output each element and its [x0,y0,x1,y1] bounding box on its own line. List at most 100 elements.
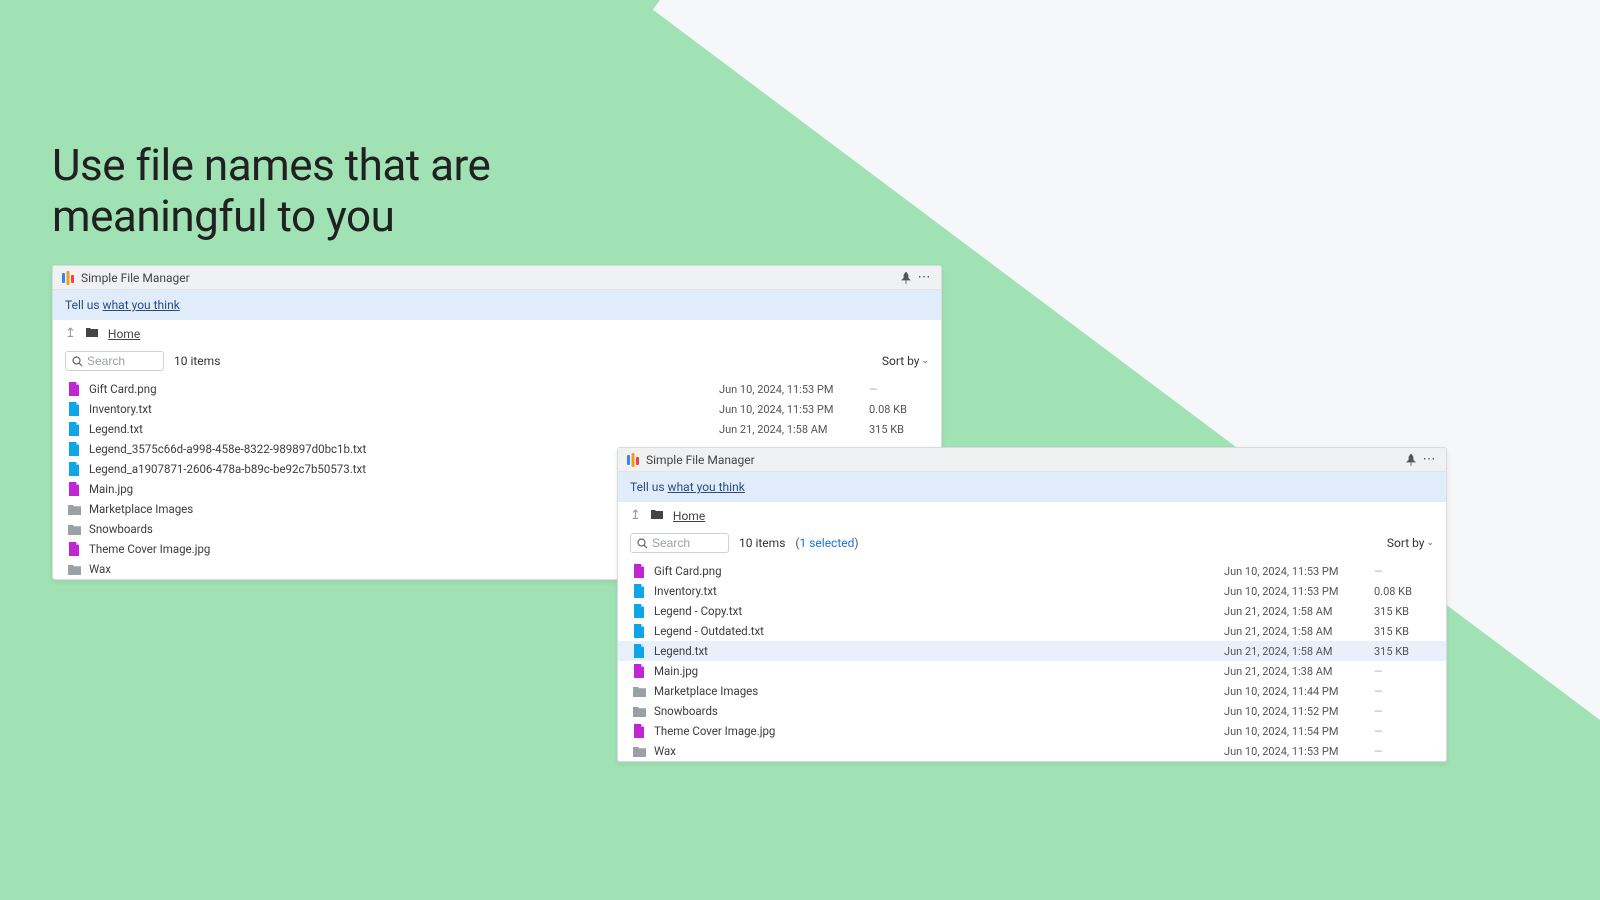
file-name: Main.jpg [654,664,1224,678]
folder-icon [68,524,81,535]
text-file-icon [633,604,645,618]
file-date: Jun 10, 2024, 11:53 PM [1224,745,1374,758]
folder-icon [86,327,98,340]
file-date: Jun 10, 2024, 11:54 PM [1224,725,1374,738]
file-date: Jun 21, 2024, 1:58 AM [1224,625,1374,638]
file-list: Gift Card.pngJun 10, 2024, 11:53 PM—Inve… [618,561,1446,761]
file-row[interactable]: Main.jpgJun 21, 2024, 1:38 AM— [618,661,1446,681]
file-date: Jun 10, 2024, 11:44 PM [1224,685,1374,698]
folder-icon [633,706,646,717]
file-name: Gift Card.png [654,564,1224,578]
file-size: 315 KB [1374,625,1434,638]
pin-icon[interactable] [897,269,915,287]
text-file-icon [633,584,645,598]
file-date: Jun 10, 2024, 11:52 PM [1224,705,1374,718]
file-name: Snowboards [654,704,1224,718]
more-icon[interactable]: ⋯ [1420,451,1438,469]
file-name: Gift Card.png [89,382,719,396]
text-file-icon [68,442,80,456]
file-size: 315 KB [1374,605,1434,618]
file-size: — [1374,745,1434,758]
search-input-wrap[interactable] [630,533,729,553]
file-date: Jun 21, 2024, 1:58 AM [1224,645,1374,658]
titlebar: Simple File Manager ⋯ [618,448,1446,472]
file-row[interactable]: Marketplace ImagesJun 10, 2024, 11:44 PM… [618,681,1446,701]
file-date: Jun 21, 2024, 1:58 AM [719,423,869,436]
selection-count[interactable]: (1 selected) [795,536,858,550]
file-row[interactable]: WaxJun 10, 2024, 11:53 PM— [618,741,1446,761]
file-name: Legend.txt [89,422,719,436]
page-heading: Use file names that are meaningful to yo… [52,140,490,241]
file-manager-window-after: Simple File Manager ⋯ Tell us what you t… [617,447,1447,762]
text-file-icon [68,422,80,436]
image-file-icon [633,724,645,738]
file-size: 0.08 KB [869,403,929,416]
toolbar: 10 items Sort by ⌄ [53,347,941,379]
up-arrow-icon[interactable]: ↥ [65,326,76,341]
sort-by-button[interactable]: Sort by ⌄ [882,354,929,368]
image-file-icon [633,664,645,678]
file-size: — [1374,725,1434,738]
folder-icon [651,509,663,522]
breadcrumb-home[interactable]: Home [108,327,140,341]
file-size: — [1374,665,1434,678]
chevron-down-icon: ⌄ [1426,538,1434,548]
feedback-banner[interactable]: Tell us what you think [53,290,941,320]
image-file-icon [68,382,80,396]
file-row[interactable]: Gift Card.pngJun 10, 2024, 11:53 PM— [618,561,1446,581]
folder-icon [633,686,646,697]
breadcrumb: ↥ Home [618,502,1446,529]
sort-by-button[interactable]: Sort by ⌄ [1387,536,1434,550]
file-size: 315 KB [869,423,929,436]
search-icon [72,356,83,367]
file-row[interactable]: Inventory.txtJun 10, 2024, 11:53 PM0.08 … [618,581,1446,601]
file-name: Legend - Copy.txt [654,604,1224,618]
file-name: Marketplace Images [654,684,1224,698]
search-icon [637,538,648,549]
file-row[interactable]: Legend.txtJun 21, 2024, 1:58 AM315 KB [53,419,941,439]
chevron-down-icon: ⌄ [921,356,929,366]
search-input[interactable] [652,536,722,550]
more-icon[interactable]: ⋯ [915,269,933,287]
file-name: Wax [654,744,1224,758]
up-arrow-icon[interactable]: ↥ [630,508,641,523]
text-file-icon [633,624,645,638]
text-file-icon [68,402,80,416]
item-count: 10 items [739,536,785,550]
folder-icon [68,504,81,515]
breadcrumb: ↥ Home [53,320,941,347]
file-row[interactable]: SnowboardsJun 10, 2024, 11:52 PM— [618,701,1446,721]
file-date: Jun 10, 2024, 11:53 PM [719,403,869,416]
feedback-banner[interactable]: Tell us what you think [618,472,1446,502]
file-row[interactable]: Legend.txtJun 21, 2024, 1:58 AM315 KB [618,641,1446,661]
file-row[interactable]: Theme Cover Image.jpgJun 10, 2024, 11:54… [618,721,1446,741]
image-file-icon [68,482,80,496]
file-size: — [1374,565,1434,578]
search-input-wrap[interactable] [65,351,164,371]
text-file-icon [633,644,645,658]
window-title: Simple File Manager [646,453,755,467]
file-size: — [1374,705,1434,718]
file-name: Theme Cover Image.jpg [654,724,1224,738]
toolbar: 10 items (1 selected) Sort by ⌄ [618,529,1446,561]
file-name: Inventory.txt [89,402,719,416]
pin-icon[interactable] [1402,451,1420,469]
file-date: Jun 21, 2024, 1:58 AM [1224,605,1374,618]
folder-icon [633,746,646,757]
file-row[interactable]: Gift Card.pngJun 10, 2024, 11:53 PM— [53,379,941,399]
file-row[interactable]: Legend - Copy.txtJun 21, 2024, 1:58 AM31… [618,601,1446,621]
image-file-icon [633,564,645,578]
search-input[interactable] [87,354,157,368]
file-name: Legend - Outdated.txt [654,624,1224,638]
file-name: Legend.txt [654,644,1224,658]
app-logo-icon [61,271,75,285]
file-size: 0.08 KB [1374,585,1434,598]
breadcrumb-home[interactable]: Home [673,509,705,523]
image-file-icon [68,542,80,556]
file-size: 315 KB [1374,645,1434,658]
file-row[interactable]: Inventory.txtJun 10, 2024, 11:53 PM0.08 … [53,399,941,419]
file-date: Jun 10, 2024, 11:53 PM [719,383,869,396]
file-date: Jun 21, 2024, 1:38 AM [1224,665,1374,678]
file-row[interactable]: Legend - Outdated.txtJun 21, 2024, 1:58 … [618,621,1446,641]
app-logo-icon [626,453,640,467]
